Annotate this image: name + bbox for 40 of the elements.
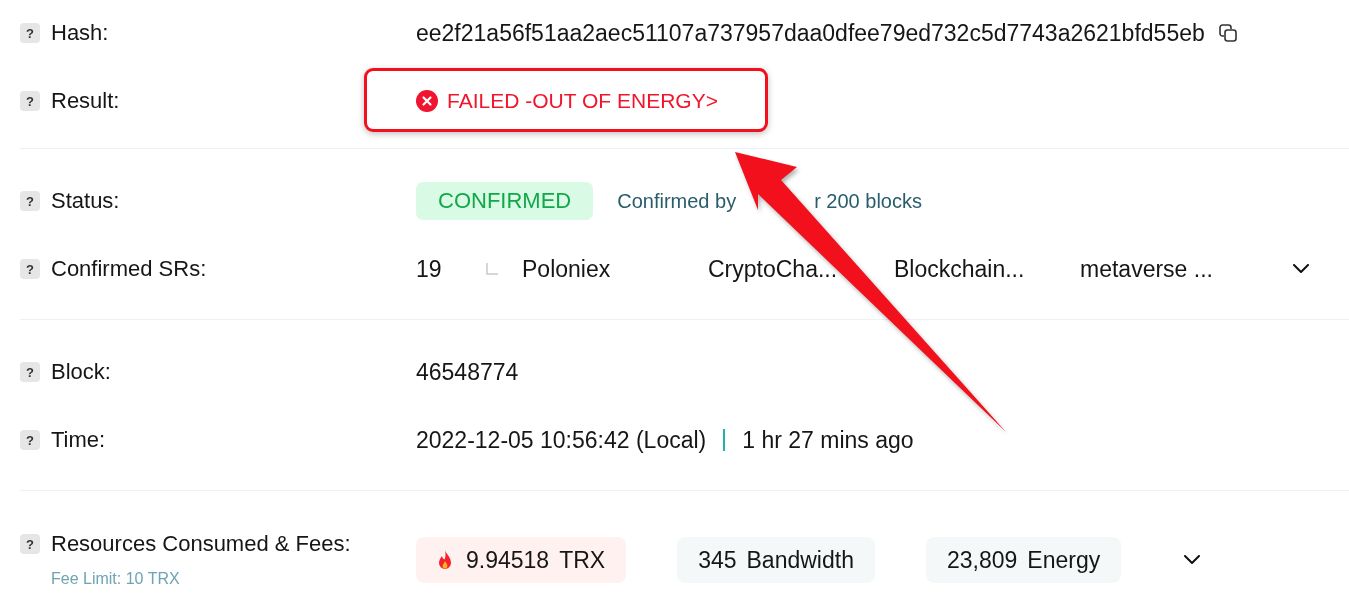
relative-time: 1 hr 27 mins ago [742, 426, 914, 454]
status-badge: CONFIRMED [416, 182, 594, 220]
flame-icon [437, 550, 453, 570]
sr-name[interactable]: Blockchain... [894, 255, 1080, 283]
chip-amount: 9.94518 [466, 546, 550, 574]
block-number: 46548774 [416, 358, 519, 386]
help-icon: ? [20, 191, 40, 211]
sr-name[interactable]: metaverse ... [1080, 255, 1266, 283]
result-value: FAILED -OUT OF ENERGY> [447, 89, 718, 113]
field-label: Confirmed SRs: [51, 257, 207, 281]
help-icon: ? [20, 23, 40, 43]
help-icon: ? [20, 259, 40, 279]
corner-icon [486, 263, 498, 275]
copy-icon[interactable] [1218, 24, 1237, 42]
field-label: Time: [51, 428, 106, 452]
chip-unit: TRX [559, 546, 606, 574]
field-label: Resources Consumed & Fees: [51, 532, 351, 556]
error-icon [416, 90, 438, 112]
timestamp: 2022-12-05 10:56:42 (Local) [416, 426, 707, 454]
sr-count: 19 [416, 255, 443, 283]
chevron-down-icon[interactable] [1184, 555, 1201, 565]
hash-value: ee2f21a56f51aa2aec51107a737957daa0dfee79ed732c5d7743a2621bfd55eb [416, 19, 1205, 47]
field-label: Result: [51, 89, 120, 113]
chip-amount: 345 [698, 546, 737, 574]
help-icon: ? [20, 430, 40, 450]
fee-limit: Fee Limit: 10 TRX [51, 570, 180, 588]
chip-unit: Bandwidth [746, 546, 854, 574]
sr-name[interactable]: Poloniex [522, 255, 708, 283]
field-label: Block: [51, 360, 111, 384]
chevron-down-icon[interactable] [1293, 264, 1309, 274]
help-icon: ? [20, 534, 40, 554]
field-label: Hash: [51, 21, 109, 45]
confirmation-note: r 200 blocks [814, 189, 922, 213]
help-icon: ? [20, 362, 40, 382]
help-icon: ? [20, 91, 40, 111]
chip-amount: 23,809 [946, 546, 1018, 574]
field-label: Status: [51, 189, 120, 213]
sr-name[interactable]: CryptoCha... [708, 255, 894, 283]
confirmation-note: Confirmed by [617, 189, 737, 213]
chip-unit: Energy [1027, 546, 1101, 574]
